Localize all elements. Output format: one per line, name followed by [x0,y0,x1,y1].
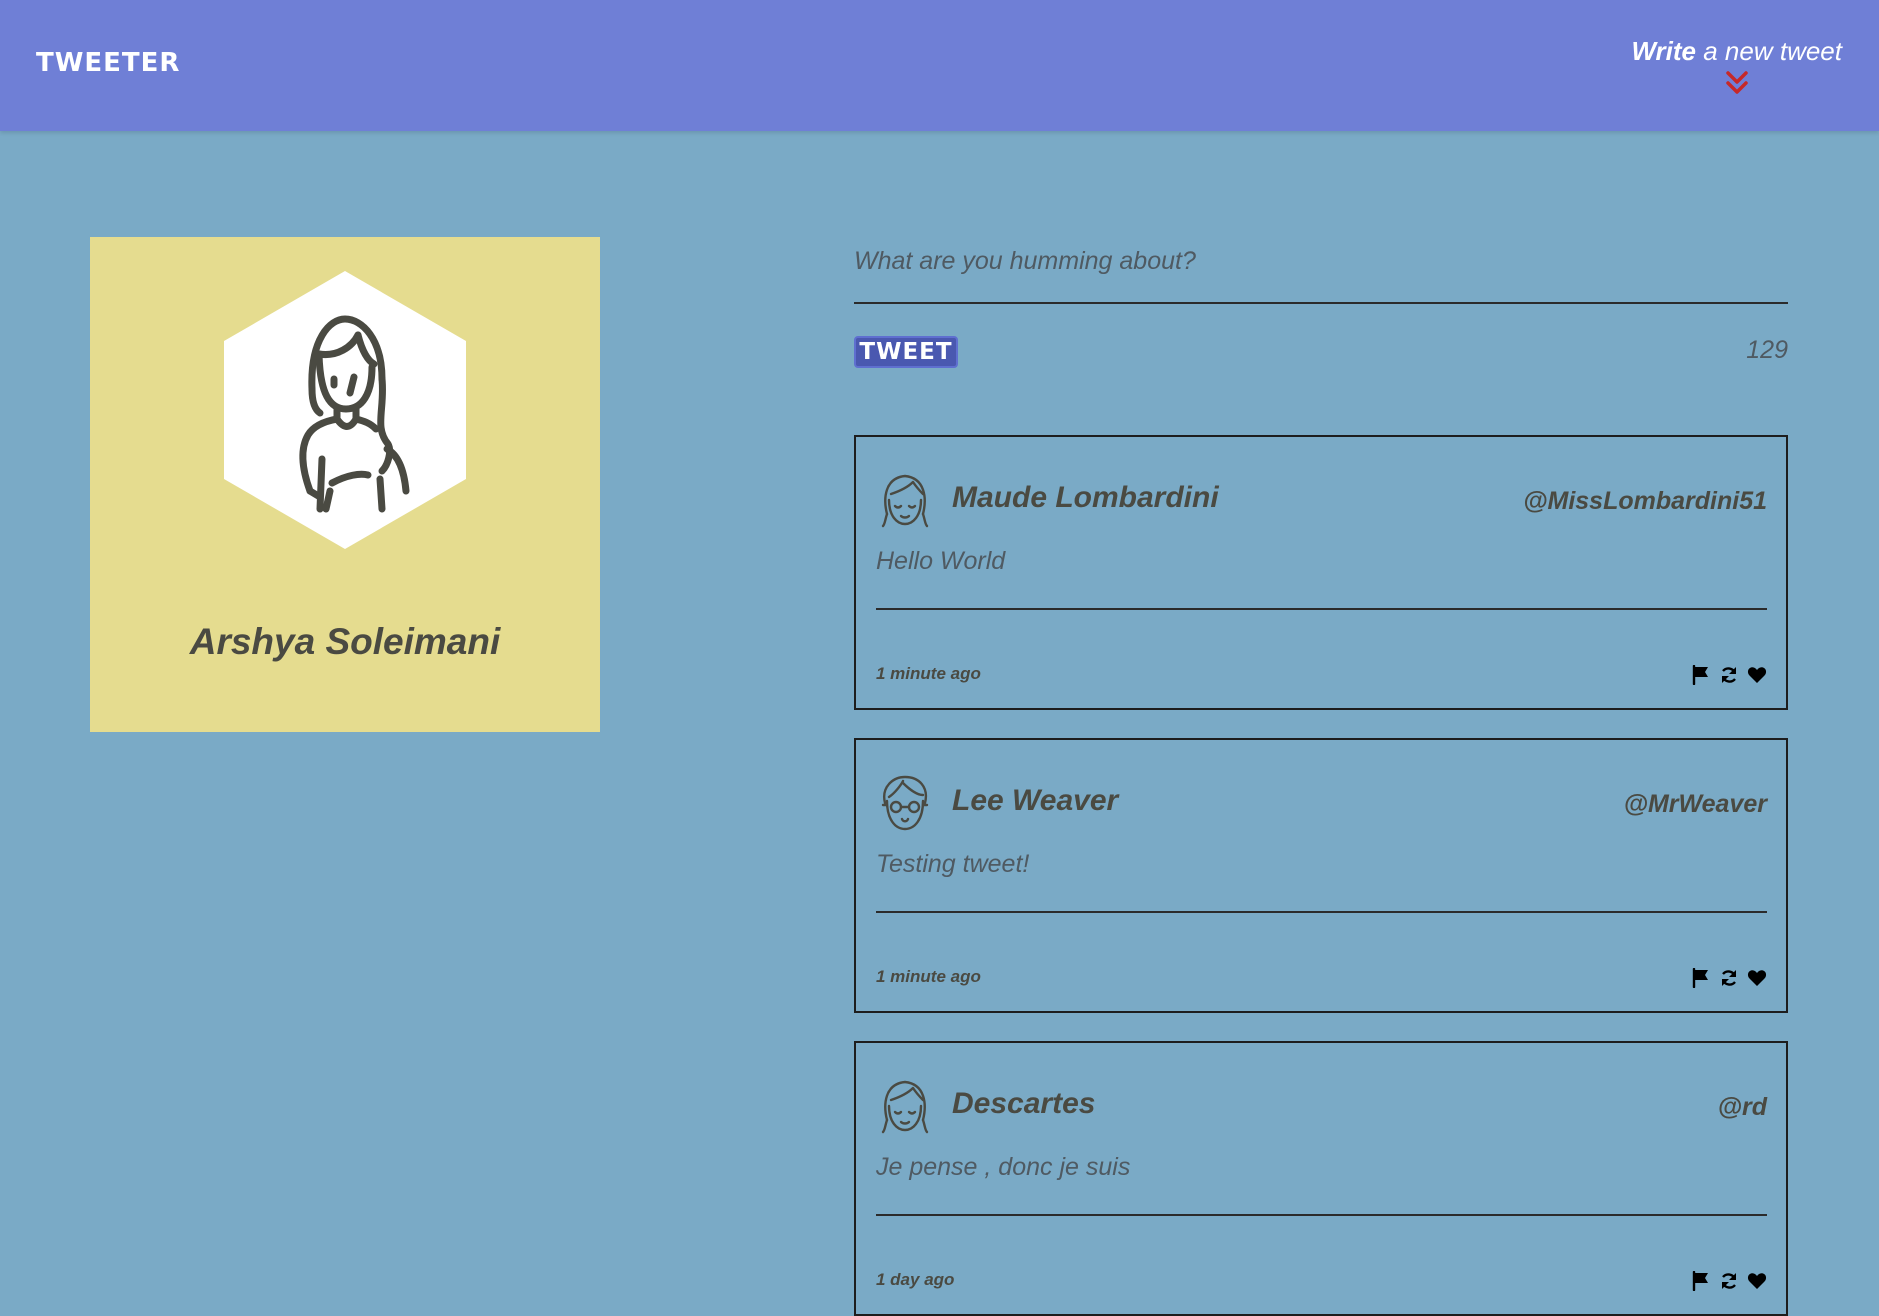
heart-icon[interactable] [1747,1271,1767,1291]
tweet-divider [876,608,1767,610]
double-chevron-down-icon [1725,71,1748,94]
profile-card: Arshya Soleimani [90,237,600,732]
tweet-body-text: Hello World [876,547,1006,575]
profile-name: Arshya Soleimani [189,621,501,662]
write-new-tweet-toggle[interactable]: Write a new tweet [1631,36,1842,97]
flag-icon[interactable] [1691,665,1711,685]
profile-avatar [224,271,466,549]
tweet-timestamp: 1 day ago [876,1270,955,1289]
flag-icon[interactable] [1691,968,1711,988]
tweet-text-input[interactable] [854,232,1788,304]
tweet-author-name[interactable]: Lee Weaver [952,784,1118,818]
tweet-body-text: Testing tweet! [876,850,1030,878]
write-new-tweet-label: Write a new tweet [1631,36,1842,67]
tweet-timestamp: 1 minute ago [876,967,981,986]
user-avatar-icon [881,474,929,528]
tweet-card: Descartes @rd Je pense , donc je suis 1 … [854,1041,1788,1316]
tweet-body-text: Je pense , donc je suis [876,1153,1131,1181]
tweet-divider [876,1214,1767,1216]
tweet-author-name[interactable]: Descartes [952,1087,1095,1121]
tweet-author-handle[interactable]: @rd [1718,1093,1767,1122]
tweet-actions [1691,665,1767,685]
tweet-author-handle[interactable]: @MissLombardini51 [1523,487,1767,516]
tweet-author-name[interactable]: Maude Lombardini [952,481,1219,515]
tweet-submit-button[interactable]: TWEET [854,336,958,368]
tweet-card: Lee Weaver @MrWeaver Testing tweet! 1 mi… [854,738,1788,1013]
user-avatar-icon [881,775,929,831]
heart-icon[interactable] [1747,665,1767,685]
retweet-icon[interactable] [1719,1271,1739,1291]
retweet-icon[interactable] [1719,665,1739,685]
tweet-actions [1691,1271,1767,1291]
new-tweet-composer: TWEET 129 [854,232,1788,392]
tweet-divider [876,911,1767,913]
brand-logo[interactable]: TWEETER [36,48,180,78]
tweet-card: Maude Lombardini @MissLombardini51 Hello… [854,435,1788,710]
user-avatar-icon [881,1080,929,1134]
tweet-timestamp: 1 minute ago [876,664,981,683]
tweet-actions [1691,968,1767,988]
composer-controls: TWEET 129 [854,332,1788,392]
retweet-icon[interactable] [1719,968,1739,988]
tweet-author-handle[interactable]: @MrWeaver [1624,790,1767,819]
flag-icon[interactable] [1691,1271,1711,1291]
write-label-rest: a new tweet [1696,36,1842,66]
character-counter: 129 [1746,336,1788,364]
top-nav-bar: TWEETER Write a new tweet [0,0,1879,131]
heart-icon[interactable] [1747,968,1767,988]
write-label-strong: Write [1631,36,1697,66]
